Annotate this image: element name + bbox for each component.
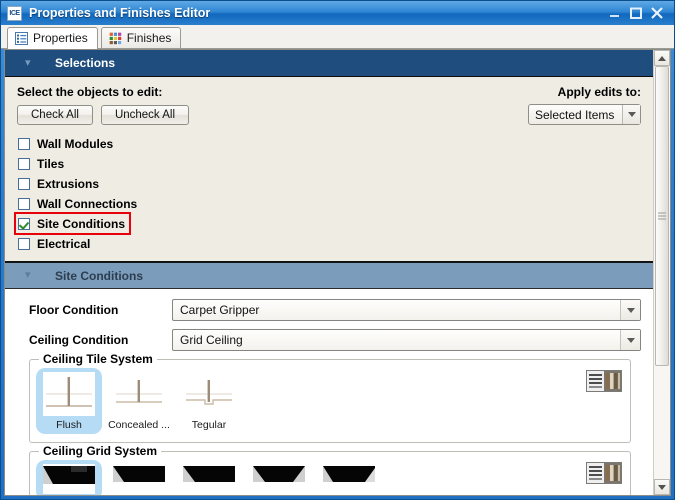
ceiling-tile-caption: Flush xyxy=(56,419,82,431)
ceiling-condition-label: Ceiling Condition xyxy=(29,333,129,347)
application-window: ICE Properties and Finishes Editor Prope… xyxy=(0,0,675,500)
close-button[interactable] xyxy=(650,6,664,20)
list-icon xyxy=(15,31,28,45)
editor-body: ▾ Selections Select the objects to edit:… xyxy=(4,49,671,496)
scroll-up-button[interactable] xyxy=(654,50,670,66)
tab-strip: Properties Finishes xyxy=(1,25,674,49)
checkbox-label: Site Conditions xyxy=(37,216,125,231)
list-grid-view-icon xyxy=(587,463,621,483)
color-grid-icon xyxy=(108,31,122,45)
window-title: Properties and Finishes Editor xyxy=(29,6,211,20)
ceiling-tile-thumbnail-list: Flush Concealed ... Tegular xyxy=(36,368,624,436)
ceiling-grid-option-2[interactable] xyxy=(106,460,172,495)
chevron-down-icon xyxy=(622,105,640,124)
floor-condition-value: Carpet Gripper xyxy=(180,303,260,317)
object-checkbox-list: Wall Modules Tiles Extrusions Wall Conne… xyxy=(14,135,641,252)
checkbox-label: Wall Connections xyxy=(37,196,138,211)
floor-condition-dropdown[interactable]: Carpet Gripper xyxy=(172,299,641,321)
site-conditions-panel: Floor Condition Carpet Gripper Ceiling C… xyxy=(5,289,653,495)
ceiling-grid-system-group: Ceiling Grid System xyxy=(29,444,631,495)
tegular-tile-icon xyxy=(183,372,235,416)
list-grid-view-icon xyxy=(587,371,621,391)
checkbox-icon[interactable] xyxy=(18,197,30,210)
app-icon: ICE xyxy=(7,5,22,21)
ceiling-condition-row: Ceiling Condition Grid Ceiling xyxy=(17,329,641,351)
scrollbar-thumb[interactable] xyxy=(655,66,669,366)
checkbox-extrusions[interactable]: Extrusions xyxy=(17,175,102,192)
ceiling-tile-system-group: Ceiling Tile System Flush Concealed ... … xyxy=(29,352,631,443)
ceiling-tile-caption: Tegular xyxy=(191,419,227,431)
grip-icon xyxy=(658,212,666,220)
ceiling-grid-option-1[interactable] xyxy=(36,460,102,495)
site-conditions-section-header[interactable]: ▾ Site Conditions xyxy=(5,262,653,289)
selections-panel: Select the objects to edit: Check All Un… xyxy=(5,77,653,262)
concealed-tile-icon xyxy=(113,372,165,416)
checkbox-electrical[interactable]: Electrical xyxy=(17,235,93,252)
check-all-button[interactable]: Check All xyxy=(17,105,93,125)
ceiling-grid-option-5[interactable] xyxy=(316,460,382,495)
view-mode-toggle[interactable] xyxy=(586,462,622,484)
chevron-up-icon xyxy=(658,55,666,61)
checkbox-label: Electrical xyxy=(37,236,91,251)
view-mode-toggle[interactable] xyxy=(586,370,622,392)
tab-properties-label: Properties xyxy=(33,31,88,45)
ceiling-tile-option-tegular[interactable]: Tegular xyxy=(176,368,242,434)
ceiling-condition-value: Grid Ceiling xyxy=(180,333,243,347)
flush-tile-icon xyxy=(43,372,95,416)
checkbox-icon[interactable] xyxy=(18,157,30,170)
ceiling-tile-caption: Concealed ... xyxy=(108,419,170,431)
apply-edits-label: Apply edits to: xyxy=(557,85,641,99)
tab-finishes-label: Finishes xyxy=(126,31,172,45)
checkbox-tiles[interactable]: Tiles xyxy=(17,155,67,172)
selections-section-header[interactable]: ▾ Selections xyxy=(5,50,653,77)
chevron-down-icon: ▾ xyxy=(25,269,31,281)
scrollbar-track[interactable] xyxy=(654,66,670,479)
title-bar: ICE Properties and Finishes Editor xyxy=(1,1,674,25)
selections-header-label: Selections xyxy=(55,56,116,70)
chevron-down-icon: ▾ xyxy=(25,56,31,69)
ceiling-grid-system-title: Ceiling Grid System xyxy=(39,444,162,458)
uncheck-all-button[interactable]: Uncheck All xyxy=(100,105,190,125)
vertical-scrollbar[interactable] xyxy=(653,50,670,495)
ceiling-grid-option-4[interactable] xyxy=(246,460,312,495)
ceiling-grid-option-3[interactable] xyxy=(176,460,242,495)
tab-properties[interactable]: Properties xyxy=(7,27,98,49)
checkbox-icon[interactable] xyxy=(18,137,30,150)
tab-finishes[interactable]: Finishes xyxy=(100,27,182,48)
grid-profile-icon xyxy=(43,464,95,494)
checkbox-label: Tiles xyxy=(37,156,65,171)
maximize-button[interactable] xyxy=(629,6,643,20)
checkbox-label: Wall Modules xyxy=(37,136,114,151)
grid-profile-icon xyxy=(113,464,165,494)
checkbox-icon[interactable] xyxy=(18,237,30,250)
chevron-down-icon xyxy=(620,300,640,320)
ceiling-tile-system-title: Ceiling Tile System xyxy=(39,352,157,366)
checkbox-wall-connections[interactable]: Wall Connections xyxy=(17,195,140,212)
grid-profile-icon xyxy=(253,464,305,494)
ceiling-tile-option-concealed[interactable]: Concealed ... xyxy=(106,368,172,434)
minimize-button[interactable] xyxy=(608,6,622,20)
floor-condition-label: Floor Condition xyxy=(29,303,119,317)
checkbox-icon[interactable] xyxy=(18,217,30,230)
ceiling-condition-dropdown[interactable]: Grid Ceiling xyxy=(172,329,641,351)
apply-edits-value: Selected Items xyxy=(535,107,615,122)
chevron-down-icon xyxy=(658,484,666,490)
floor-condition-row: Floor Condition Carpet Gripper xyxy=(17,299,641,321)
scroll-down-button[interactable] xyxy=(654,479,670,495)
ceiling-grid-thumbnail-list xyxy=(36,460,624,495)
window-controls xyxy=(608,6,670,20)
scroll-content: ▾ Selections Select the objects to edit:… xyxy=(5,50,653,495)
site-conditions-header-label: Site Conditions xyxy=(55,268,143,283)
ceiling-tile-option-flush[interactable]: Flush xyxy=(36,368,102,434)
checkbox-wall-modules[interactable]: Wall Modules xyxy=(17,135,116,152)
grid-profile-icon xyxy=(183,464,235,494)
selections-instruction: Select the objects to edit: xyxy=(17,85,163,99)
checkbox-icon[interactable] xyxy=(18,177,30,190)
checkbox-site-conditions[interactable]: Site Conditions xyxy=(14,212,131,235)
grid-profile-icon xyxy=(323,464,375,494)
apply-edits-dropdown[interactable]: Selected Items xyxy=(528,104,641,125)
checkbox-label: Extrusions xyxy=(37,176,100,191)
chevron-down-icon xyxy=(620,330,640,350)
